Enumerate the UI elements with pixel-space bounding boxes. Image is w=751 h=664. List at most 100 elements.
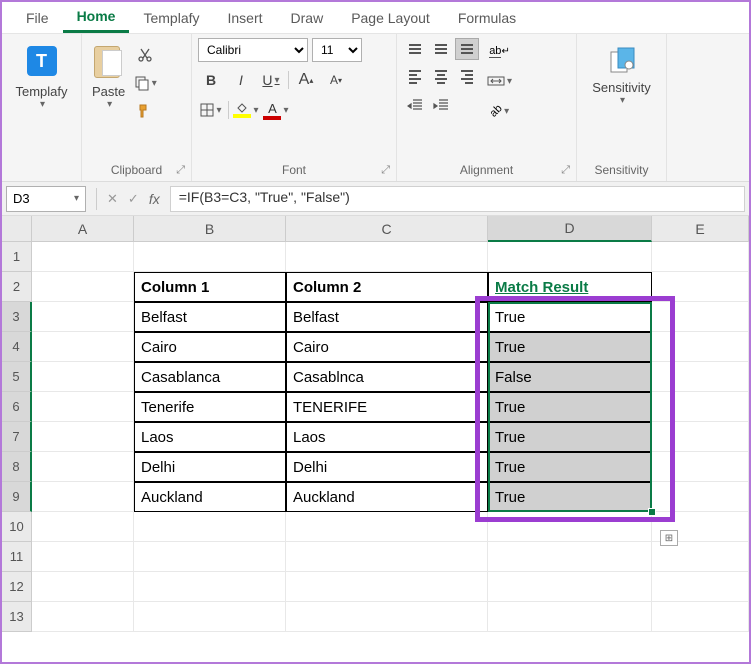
tab-insert[interactable]: Insert	[214, 4, 277, 32]
cell[interactable]	[32, 362, 134, 392]
row-header[interactable]: 2	[2, 272, 32, 302]
cell[interactable]	[32, 422, 134, 452]
bold-button[interactable]: B	[198, 68, 224, 92]
select-all-corner[interactable]	[2, 216, 32, 242]
cell[interactable]: True	[488, 452, 652, 482]
column-header-c[interactable]: C	[286, 216, 488, 242]
tab-formulas[interactable]: Formulas	[444, 4, 530, 32]
cell[interactable]: Match Result	[488, 272, 652, 302]
tab-draw[interactable]: Draw	[277, 4, 338, 32]
align-top-button[interactable]	[403, 38, 427, 60]
cell[interactable]: Casablanca	[134, 362, 286, 392]
row-header[interactable]: 8	[2, 452, 32, 482]
cell[interactable]	[134, 542, 286, 572]
copy-button[interactable]: ▾	[133, 72, 157, 94]
cell[interactable]: False	[488, 362, 652, 392]
format-painter-button[interactable]	[133, 100, 157, 122]
underline-button[interactable]: U▾	[258, 68, 284, 92]
cell[interactable]	[134, 512, 286, 542]
font-size-select[interactable]: 11	[312, 38, 362, 62]
cell[interactable]: Laos	[286, 422, 488, 452]
tab-home[interactable]: Home	[63, 2, 130, 33]
cell[interactable]: Cairo	[286, 332, 488, 362]
cell[interactable]: Belfast	[134, 302, 286, 332]
cell[interactable]	[652, 332, 749, 362]
cell[interactable]	[286, 602, 488, 632]
row-header[interactable]: 4	[2, 332, 32, 362]
cell[interactable]	[32, 332, 134, 362]
tab-file[interactable]: File	[12, 4, 63, 32]
shrink-font-button[interactable]: A▾	[323, 68, 349, 92]
cell[interactable]: TENERIFE	[286, 392, 488, 422]
insert-function-button[interactable]: fx	[149, 191, 160, 207]
cell[interactable]: Column 2	[286, 272, 488, 302]
cell[interactable]	[32, 242, 134, 272]
formula-input[interactable]: =IF(B3=C3, "True", "False")	[170, 186, 745, 212]
column-header-d[interactable]: D	[488, 216, 652, 242]
cell[interactable]	[32, 452, 134, 482]
cell[interactable]	[652, 302, 749, 332]
cell[interactable]	[32, 512, 134, 542]
cell[interactable]	[286, 542, 488, 572]
row-header[interactable]: 7	[2, 422, 32, 452]
borders-button[interactable]: ▾	[198, 98, 224, 122]
cell[interactable]: Casablnca	[286, 362, 488, 392]
cell[interactable]: Auckland	[134, 482, 286, 512]
column-header-b[interactable]: B	[134, 216, 286, 242]
align-right-button[interactable]	[455, 66, 479, 88]
cell[interactable]: True	[488, 332, 652, 362]
cell[interactable]	[488, 572, 652, 602]
cell[interactable]	[488, 542, 652, 572]
cell[interactable]	[32, 392, 134, 422]
cell[interactable]: Cairo	[134, 332, 286, 362]
autofill-options-button[interactable]: ⊞	[660, 530, 678, 546]
clipboard-dialog-launcher[interactable]: ⤢	[176, 164, 185, 177]
cell[interactable]	[32, 302, 134, 332]
row-header[interactable]: 5	[2, 362, 32, 392]
row-header[interactable]: 10	[2, 512, 32, 542]
row-header[interactable]: 6	[2, 392, 32, 422]
font-family-select[interactable]: Calibri	[198, 38, 308, 62]
cell[interactable]	[652, 482, 749, 512]
tab-page-layout[interactable]: Page Layout	[337, 4, 444, 32]
name-box[interactable]: D3 ▾	[6, 186, 86, 212]
row-header[interactable]: 9	[2, 482, 32, 512]
tab-templafy[interactable]: Templafy	[129, 4, 213, 32]
cell[interactable]	[32, 602, 134, 632]
cell[interactable]	[32, 542, 134, 572]
cell[interactable]	[134, 242, 286, 272]
fill-handle[interactable]	[648, 508, 656, 516]
cell[interactable]: Laos	[134, 422, 286, 452]
font-dialog-launcher[interactable]: ⤢	[381, 164, 390, 177]
align-bottom-button[interactable]	[455, 38, 479, 60]
cell[interactable]	[134, 572, 286, 602]
cell[interactable]	[652, 422, 749, 452]
cell[interactable]: Belfast	[286, 302, 488, 332]
cell[interactable]	[32, 572, 134, 602]
row-header[interactable]: 12	[2, 572, 32, 602]
row-header[interactable]: 13	[2, 602, 32, 632]
cell[interactable]	[32, 272, 134, 302]
increase-indent-button[interactable]	[429, 94, 453, 116]
cancel-formula-button[interactable]: ✕	[107, 191, 118, 207]
align-middle-button[interactable]	[429, 38, 453, 60]
row-header[interactable]: 1	[2, 242, 32, 272]
cell[interactable]: True	[488, 422, 652, 452]
cell[interactable]	[652, 452, 749, 482]
row-header[interactable]: 11	[2, 542, 32, 572]
cell[interactable]: Tenerife	[134, 392, 286, 422]
cell[interactable]: Delhi	[286, 452, 488, 482]
fill-color-button[interactable]: ▾	[233, 98, 259, 122]
cut-button[interactable]	[133, 44, 157, 66]
cell[interactable]	[652, 242, 749, 272]
templafy-button[interactable]: T Templafy ▾	[11, 38, 71, 118]
italic-button[interactable]: I	[228, 68, 254, 92]
cell[interactable]: Auckland	[286, 482, 488, 512]
cell[interactable]	[488, 512, 652, 542]
cell[interactable]: True	[488, 392, 652, 422]
cell[interactable]	[652, 542, 749, 572]
cell[interactable]: Column 1	[134, 272, 286, 302]
cell[interactable]	[652, 272, 749, 302]
column-header-e[interactable]: E	[652, 216, 749, 242]
cell[interactable]: True	[488, 482, 652, 512]
